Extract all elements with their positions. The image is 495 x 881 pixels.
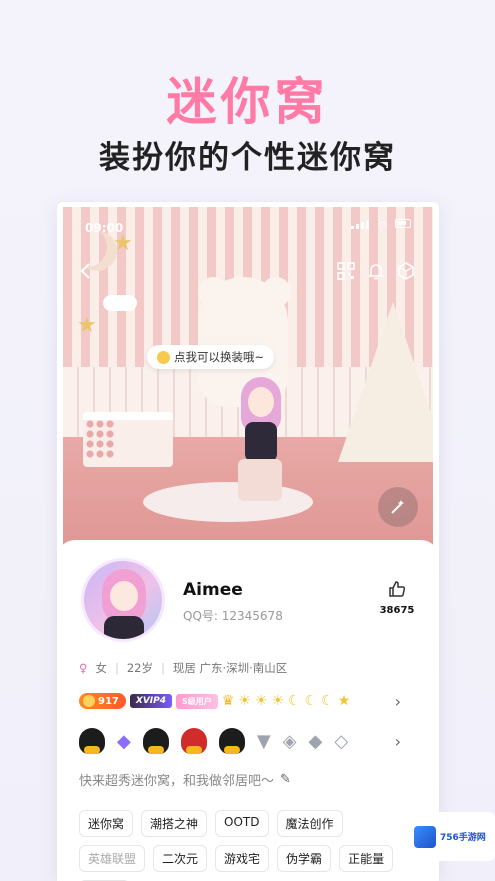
tag[interactable]: 游戏宅 xyxy=(215,845,270,872)
diamond-icon: ◈ xyxy=(282,730,297,752)
female-icon: ♀ xyxy=(79,661,88,675)
signal-icon xyxy=(351,219,370,229)
chevron-left-icon xyxy=(80,263,90,279)
hero-title: 迷你窝 xyxy=(166,73,329,131)
profile-card: Aimee QQ号: 12345678 38675 ♀ 女 | 22岁 | 现居… xyxy=(57,540,439,881)
site-watermark: 756手游网 xyxy=(408,812,495,861)
star-icon: ★ xyxy=(337,693,351,709)
tag[interactable]: 伪学霸 xyxy=(277,845,332,872)
moon-icon: ☾ xyxy=(304,693,318,709)
avatar-legs xyxy=(238,459,282,501)
divider: | xyxy=(160,661,165,675)
coin-icon xyxy=(83,695,95,707)
penguin-icon xyxy=(180,728,207,754)
tag[interactable]: 魔法创作 xyxy=(276,810,343,837)
qr-code-icon xyxy=(337,262,355,280)
penguin-badge-row[interactable]: ◆ ▼ ◈ ◆ ◇ › xyxy=(79,726,419,756)
like-button[interactable]: 38675 xyxy=(377,580,417,616)
avatar-face xyxy=(248,387,274,417)
vip-badge: XVIP4 xyxy=(129,694,172,708)
qq-number: QQ号: 12345678 xyxy=(183,609,283,623)
avatar[interactable] xyxy=(81,558,165,642)
smiley-icon xyxy=(157,350,170,364)
divider: | xyxy=(114,661,119,675)
hero-subtitle: 装扮你的个性迷你窝 xyxy=(99,140,396,176)
thumbs-up-icon xyxy=(377,580,417,603)
avatar-face xyxy=(110,581,138,611)
status-time: 09:00 xyxy=(85,221,124,235)
notification-button[interactable] xyxy=(364,259,388,283)
watermark-text: 756手游网 xyxy=(440,833,486,843)
like-count: 38675 xyxy=(379,605,415,616)
sun-icon: ☀ xyxy=(254,693,268,709)
tag[interactable]: 潮搭之神 xyxy=(141,810,208,837)
chevron-right-icon: › xyxy=(394,691,401,711)
avatar-character[interactable] xyxy=(233,377,288,507)
diamond-icon: ▼ xyxy=(256,730,271,752)
status-icons: ◠ xyxy=(351,219,411,232)
back-button[interactable] xyxy=(73,259,97,283)
watermark-logo-icon xyxy=(414,825,436,848)
chevron-right-icon: › xyxy=(394,731,401,751)
star-icon: ★ xyxy=(77,313,97,338)
age: 22岁 xyxy=(126,661,153,675)
bubble-text: 点我可以换装哦~ xyxy=(174,350,265,364)
qr-code-button[interactable] xyxy=(334,259,358,283)
crown-icon: ♛ xyxy=(221,693,235,709)
tag[interactable]: 正能量 xyxy=(339,845,394,872)
tag[interactable]: 二次元 xyxy=(153,845,208,872)
gender: 女 xyxy=(95,661,107,675)
signature-text: 快来超秀迷你窝，和我做邻居吧～ xyxy=(79,774,275,789)
change-outfit-bubble[interactable]: 点我可以换装哦~ xyxy=(147,345,275,369)
level-badge: 917 xyxy=(79,693,126,709)
battery-icon xyxy=(395,219,411,228)
tag[interactable]: 英雄联盟 xyxy=(79,845,146,872)
pencil-icon: ✎ xyxy=(280,772,291,787)
tag[interactable]: OOTD xyxy=(215,810,269,837)
teepee-tent xyxy=(338,302,433,462)
hexagon-icon xyxy=(398,262,414,280)
diamond-icon: ◆ xyxy=(117,730,131,752)
room-scene[interactable]: ★ ★ 09:00 ◠ 点我可以换装哦~ xyxy=(63,207,433,557)
penguin-icon xyxy=(79,728,105,754)
cloud-decoration xyxy=(103,295,137,311)
signature[interactable]: 快来超秀迷你窝，和我做邻居吧～ ✎ xyxy=(79,770,291,789)
phone-frame: ★ ★ 09:00 ◠ 点我可以换装哦~ Aimee QQ号: 12345678… xyxy=(57,202,439,881)
avatar-outfit xyxy=(245,422,277,462)
magic-wand-icon xyxy=(391,500,404,514)
avatar-outfit xyxy=(104,616,144,639)
bell-icon xyxy=(368,264,384,280)
cube-button[interactable] xyxy=(394,259,418,283)
username: Aimee xyxy=(183,580,243,600)
diamond-icon: ◆ xyxy=(308,730,323,752)
location: 现居 广东·深圳·南山区 xyxy=(172,661,288,675)
bed-pattern xyxy=(85,419,115,459)
sun-icon: ☀ xyxy=(271,693,285,709)
interest-tags: 迷你窝 潮搭之神 OOTD 魔法创作 英雄联盟 二次元 游戏宅 伪学霸 正能量 … xyxy=(79,810,409,881)
svip-badge: S级用户 xyxy=(176,693,218,709)
wifi-icon: ◠ xyxy=(377,219,387,232)
moon-icon: ☾ xyxy=(288,693,301,709)
dress-up-button[interactable] xyxy=(378,487,418,527)
sun-icon: ☀ xyxy=(238,693,251,709)
tag[interactable]: 迷你窝 xyxy=(79,810,134,837)
badge-row[interactable]: 917 XVIP4 S级用户 ♛ ☀ ☀ ☀ ☾ ☾ ☾ ★ › xyxy=(79,690,419,712)
diamond-icon: ◇ xyxy=(334,730,349,752)
penguin-icon xyxy=(142,728,169,754)
moon-icon: ☾ xyxy=(321,693,334,709)
penguin-icon xyxy=(218,728,245,754)
profile-info: ♀ 女 | 22岁 | 现居 广东·深圳·南山区 xyxy=(79,660,287,676)
level-value: 917 xyxy=(98,695,119,707)
